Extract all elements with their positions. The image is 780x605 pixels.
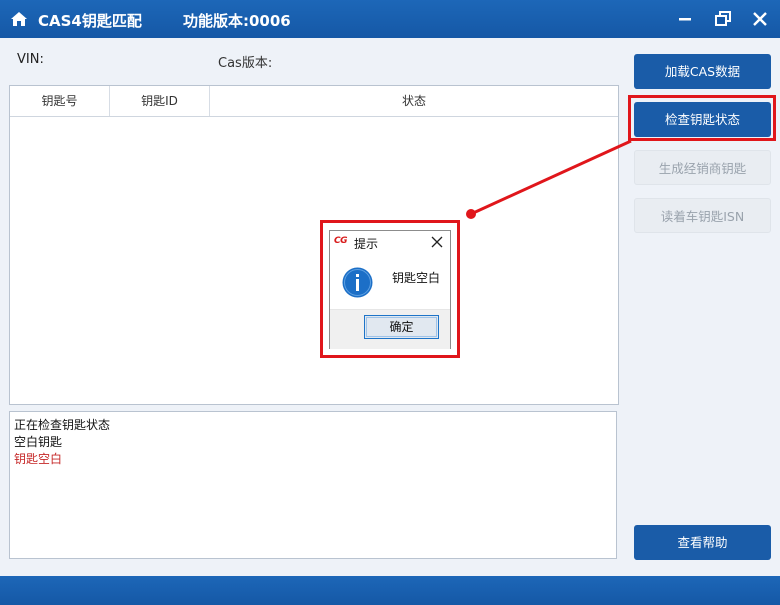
vin-label: VIN: — [17, 52, 44, 67]
dialog-title: 提示 — [354, 237, 379, 251]
log-line-error: 钥匙空白 — [14, 452, 63, 466]
key-table[interactable]: 钥匙号 钥匙ID 状态 — [9, 85, 619, 405]
cas-version-label: Cas版本: — [218, 56, 273, 71]
dialog-body: 钥匙空白 — [330, 253, 450, 309]
highlight-check-button — [628, 95, 776, 141]
app-title: CAS4钥匙匹配 — [38, 12, 142, 30]
home-icon[interactable] — [10, 10, 28, 28]
close-icon[interactable] — [431, 236, 443, 248]
column-status[interactable]: 状态 — [210, 86, 618, 116]
title-bar: CAS4钥匙匹配 功能版本:0006 — [0, 0, 780, 38]
info-icon — [342, 267, 373, 298]
column-key-number[interactable]: 钥匙号 — [10, 86, 110, 116]
status-bar — [0, 576, 780, 605]
log-line: 正在检查钥匙状态 — [14, 418, 111, 432]
restore-icon[interactable] — [713, 9, 733, 29]
log-line: 空白钥匙 — [14, 435, 63, 449]
column-key-id[interactable]: 钥匙ID — [110, 86, 210, 116]
app-logo: CG — [334, 236, 348, 246]
dialog-message: 钥匙空白 — [392, 271, 441, 285]
dialog-titlebar: CG 提示 — [330, 231, 450, 253]
read-car-key-isn-button[interactable]: 读着车钥匙ISN — [634, 198, 771, 233]
ok-button[interactable]: 确定 — [364, 315, 439, 339]
load-cas-button[interactable]: 加载CAS数据 — [634, 54, 771, 89]
version-label: 功能版本:0006 — [183, 12, 291, 30]
message-dialog: CG 提示 钥匙空白 确定 — [329, 230, 451, 349]
dialog-footer: 确定 — [330, 309, 450, 349]
generate-dealer-key-button[interactable]: 生成经销商钥匙 — [634, 150, 771, 185]
log-output[interactable]: 正在检查钥匙状态 空白钥匙 钥匙空白 — [9, 411, 617, 559]
help-button[interactable]: 查看帮助 — [634, 525, 771, 560]
table-header: 钥匙号 钥匙ID 状态 — [10, 86, 618, 117]
minimize-icon[interactable] — [675, 9, 695, 29]
close-icon[interactable] — [750, 9, 770, 29]
